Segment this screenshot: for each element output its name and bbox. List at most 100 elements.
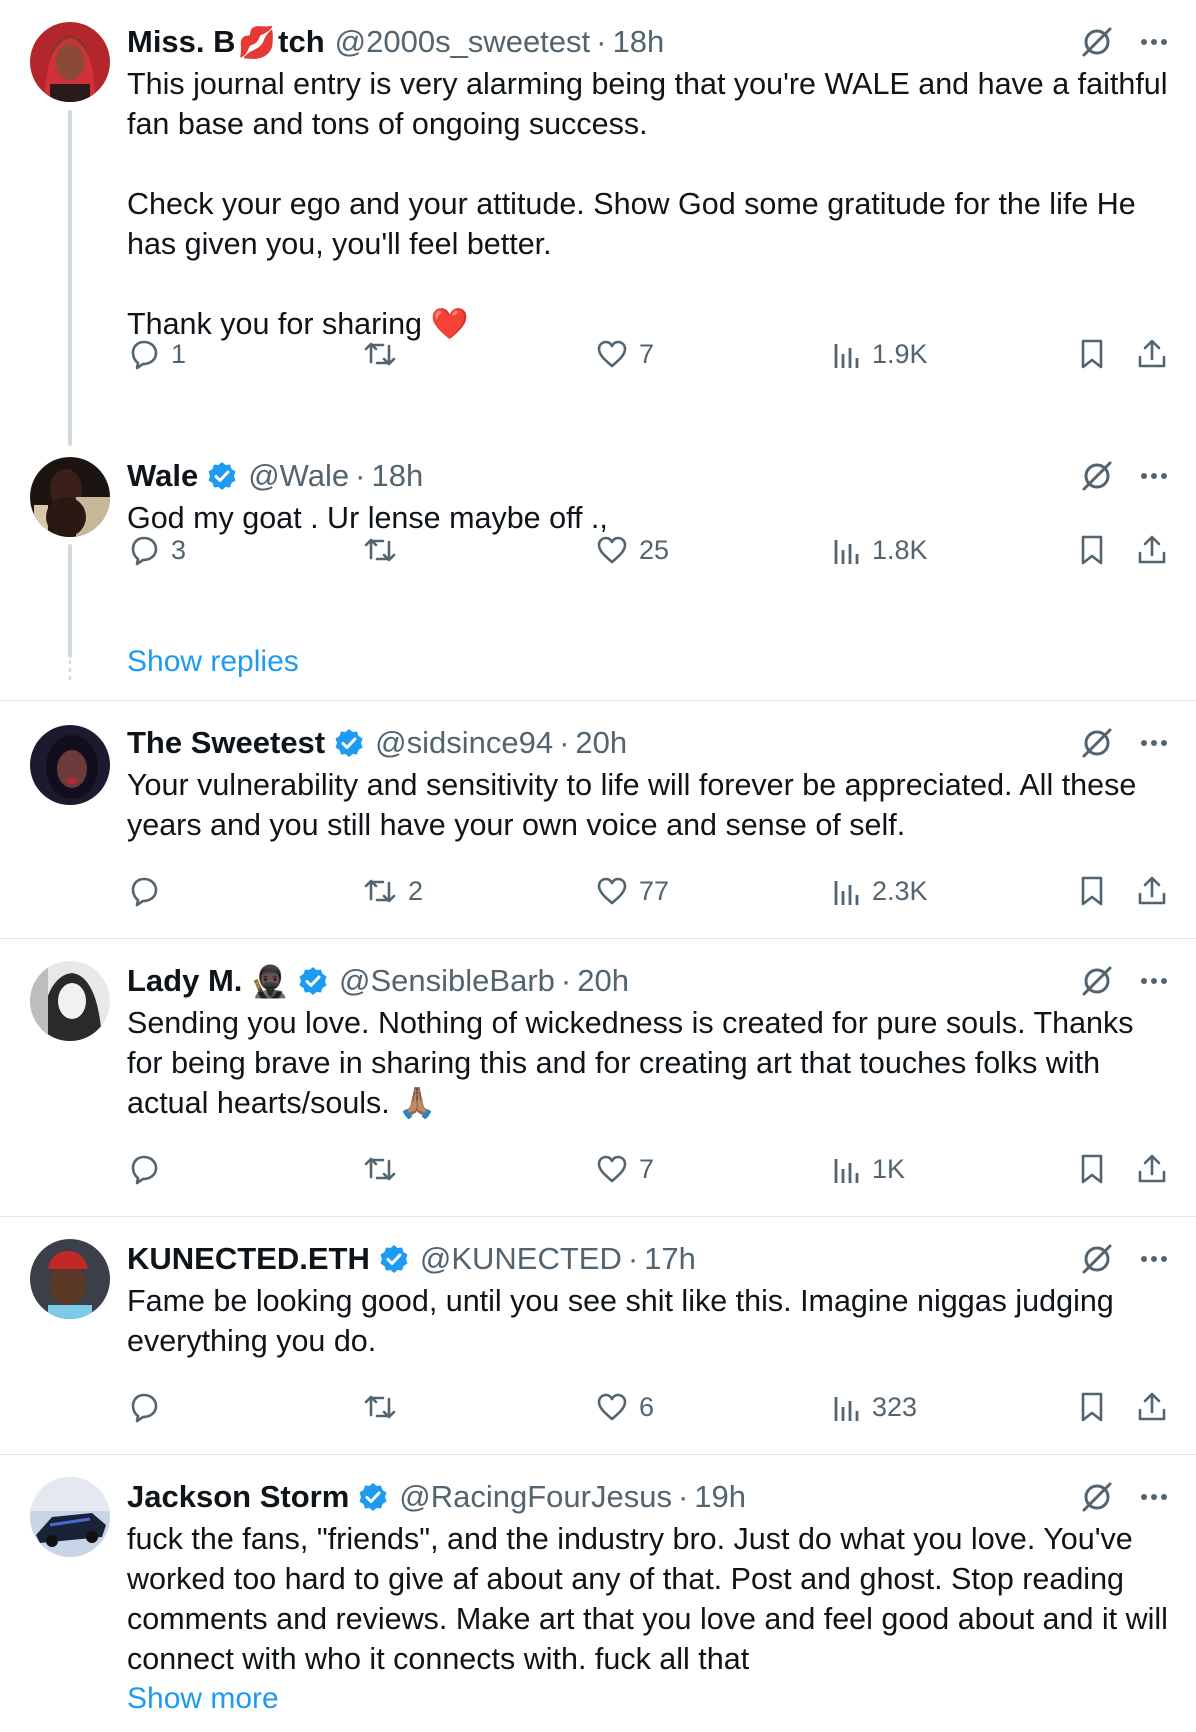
like-button[interactable]: 7 — [595, 337, 654, 371]
timestamp[interactable]: 18h — [371, 458, 423, 494]
handle[interactable]: @SensibleBarb — [339, 963, 555, 999]
show-replies-link[interactable]: Show replies — [127, 642, 299, 682]
share-button[interactable] — [1136, 1152, 1168, 1186]
more-icon[interactable] — [1140, 1255, 1168, 1263]
share-button[interactable] — [1136, 337, 1168, 371]
kiss-emoji: 💋 — [237, 24, 277, 60]
tweet-text: This journal entry is very alarming bein… — [127, 67, 1168, 341]
bookmark-icon — [1078, 337, 1106, 371]
share-button[interactable] — [1136, 874, 1168, 908]
handle[interactable]: @2000s_sweetest — [335, 24, 591, 60]
retweet-icon — [362, 533, 398, 567]
retweet-button[interactable] — [362, 1152, 408, 1186]
reply-button[interactable] — [127, 1152, 171, 1186]
grok-icon[interactable] — [1080, 25, 1114, 59]
views-button[interactable]: 323 — [832, 1391, 917, 1423]
views-button[interactable]: 2.3K — [832, 875, 928, 907]
tweet[interactable]: Jackson Storm @RacingFourJesus · 19h fuc… — [0, 1455, 1196, 1732]
like-icon — [595, 337, 629, 371]
like-count: 7 — [639, 338, 655, 369]
avatar[interactable] — [30, 457, 110, 537]
grok-icon[interactable] — [1080, 964, 1114, 998]
reply-icon — [127, 1152, 161, 1186]
like-button[interactable]: 25 — [595, 533, 669, 567]
retweet-button[interactable] — [362, 533, 408, 567]
reply-button[interactable] — [127, 874, 171, 908]
reply-icon — [127, 1390, 161, 1424]
show-more-link[interactable]: Show more — [127, 1679, 1168, 1719]
views-button[interactable]: 1.9K — [832, 338, 928, 370]
grok-icon[interactable] — [1080, 459, 1114, 493]
tweet[interactable]: Miss. B 💋 tch @2000s_sweetest · 18h This j… — [0, 0, 1196, 446]
grok-icon[interactable] — [1080, 1242, 1114, 1276]
ninja-emoji: 🥷🏿 — [250, 963, 290, 999]
display-name[interactable]: The Sweetest — [127, 725, 365, 761]
reply-button[interactable] — [127, 1390, 171, 1424]
tweet[interactable]: Lady M. 🥷🏿 @SensibleBarb · 20h Sending y… — [0, 939, 1196, 1217]
like-button[interactable]: 77 — [595, 874, 669, 908]
more-icon[interactable] — [1140, 977, 1168, 985]
tweet[interactable]: KUNECTED.ETH @KUNECTED · 17h Fame be loo… — [0, 1217, 1196, 1455]
avatar[interactable] — [30, 725, 110, 805]
display-name[interactable]: Miss. B 💋 tch — [127, 24, 325, 61]
tweet-text: Fame be looking good, until you see shit… — [127, 1284, 1123, 1358]
reply-button[interactable]: 3 — [127, 533, 186, 567]
more-icon[interactable] — [1140, 1493, 1168, 1501]
thread-line — [68, 110, 72, 446]
reply-icon — [127, 533, 161, 567]
share-button[interactable] — [1136, 533, 1168, 567]
retweet-button[interactable] — [362, 337, 408, 371]
avatar[interactable] — [30, 22, 110, 102]
separator-dot: · — [627, 1241, 639, 1276]
display-name[interactable]: KUNECTED.ETH — [127, 1241, 410, 1277]
handle[interactable]: @sidsince94 — [375, 725, 553, 761]
views-button[interactable]: 1.8K — [832, 534, 928, 566]
bookmark-button[interactable] — [1078, 1390, 1106, 1424]
tweet-header: Miss. B 💋 tch @2000s_sweetest · 18h — [127, 22, 1168, 62]
tweet[interactable]: The Sweetest @sidsince94 · 20h Your vuln… — [0, 701, 1196, 939]
views-button[interactable]: 1K — [832, 1153, 905, 1185]
views-count: 323 — [872, 1391, 918, 1422]
bookmark-button[interactable] — [1078, 337, 1106, 371]
grok-icon[interactable] — [1080, 1480, 1114, 1514]
timestamp[interactable]: 20h — [577, 963, 629, 999]
tweet[interactable]: Wale @Wale · 18h God my goat . Ur lense … — [0, 412, 1196, 700]
like-count: 7 — [639, 1153, 655, 1184]
more-icon[interactable] — [1140, 38, 1168, 46]
timestamp[interactable]: 20h — [575, 725, 627, 761]
avatar[interactable] — [30, 961, 110, 1041]
tweet-header: KUNECTED.ETH @KUNECTED · 17h — [127, 1239, 1168, 1279]
display-name[interactable]: Lady M. 🥷🏿 — [127, 963, 329, 1000]
like-button[interactable]: 7 — [595, 1152, 654, 1186]
avatar[interactable] — [30, 1239, 110, 1319]
timestamp[interactable]: 18h — [612, 24, 664, 60]
grok-icon[interactable] — [1080, 726, 1114, 760]
display-name[interactable]: Wale — [127, 458, 238, 494]
more-icon[interactable] — [1140, 739, 1168, 747]
separator-dot: · — [677, 1479, 689, 1514]
timestamp[interactable]: 19h — [694, 1479, 746, 1515]
timestamp[interactable]: 17h — [644, 1241, 696, 1277]
like-button[interactable]: 6 — [595, 1390, 654, 1424]
bookmark-button[interactable] — [1078, 1152, 1106, 1186]
bookmark-button[interactable] — [1078, 874, 1106, 908]
display-name[interactable]: Jackson Storm — [127, 1479, 389, 1515]
reply-icon — [127, 337, 161, 371]
verified-badge-icon — [297, 965, 329, 997]
bookmark-button[interactable] — [1078, 533, 1106, 567]
more-icon[interactable] — [1140, 472, 1168, 480]
handle[interactable]: @Wale — [248, 458, 349, 494]
handle[interactable]: @RacingFourJesus — [399, 1479, 672, 1515]
retweet-icon — [362, 1390, 398, 1424]
tweet-header: Jackson Storm @RacingFourJesus · 19h — [127, 1477, 1168, 1517]
handle[interactable]: @KUNECTED — [420, 1241, 622, 1277]
bookmark-icon — [1078, 1152, 1106, 1186]
reply-button[interactable]: 1 — [127, 337, 186, 371]
retweet-button[interactable] — [362, 1390, 408, 1424]
verified-badge-icon — [333, 727, 365, 759]
views-icon — [832, 1391, 862, 1423]
share-button[interactable] — [1136, 1390, 1168, 1424]
separator-dot: · — [596, 24, 607, 59]
retweet-button[interactable]: 2 — [362, 874, 423, 908]
avatar[interactable] — [30, 1477, 110, 1557]
